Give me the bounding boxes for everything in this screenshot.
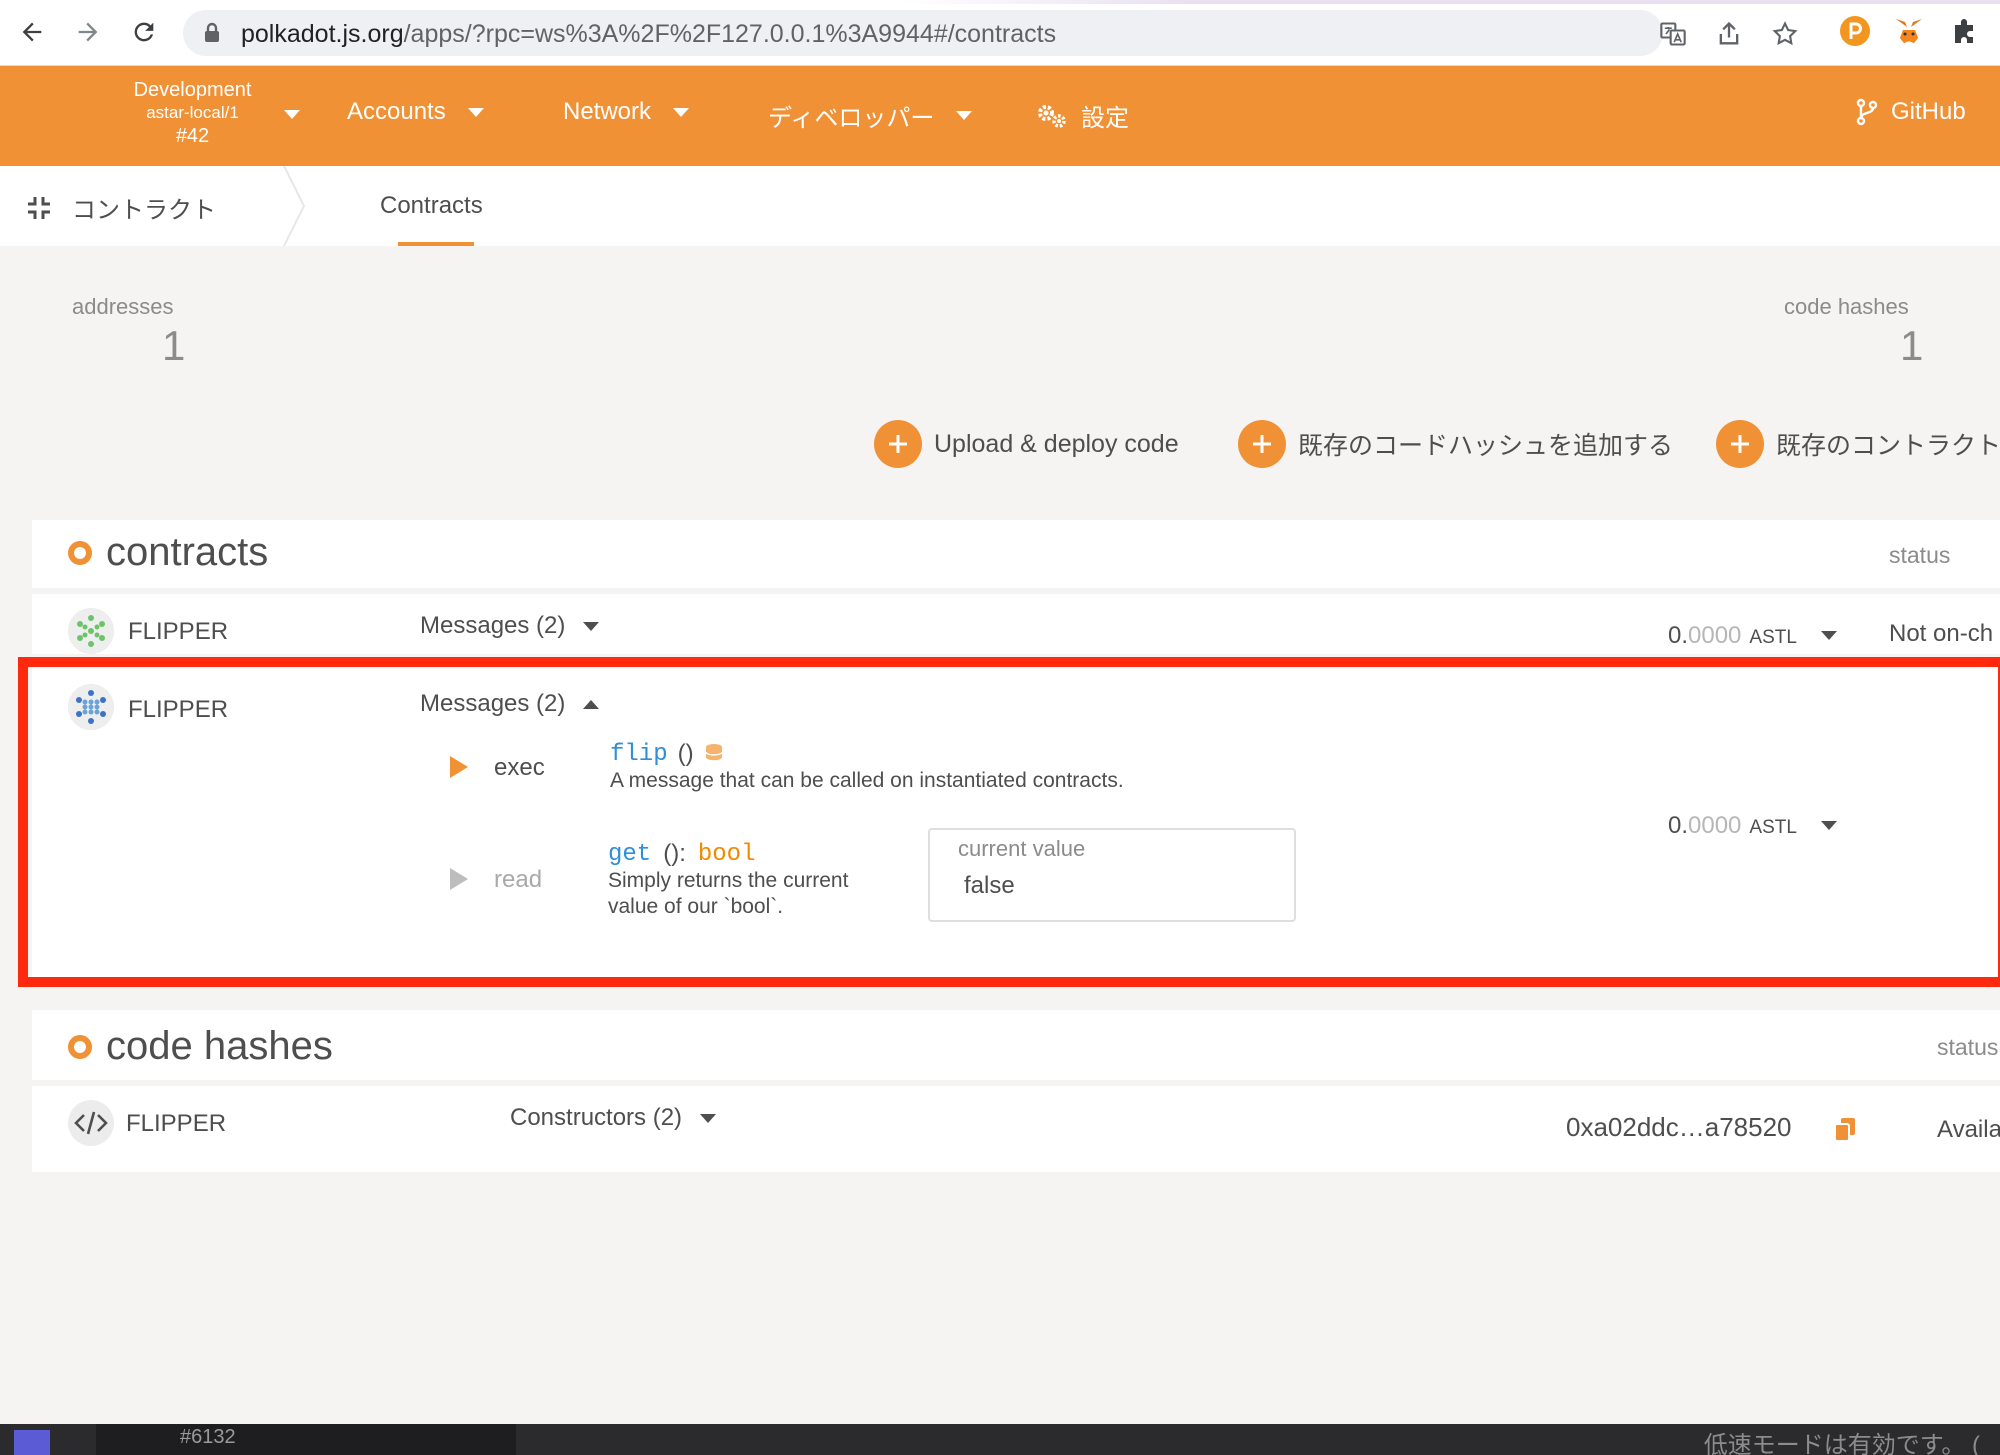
- codehashes-header: code hashes status: [32, 1010, 2000, 1080]
- code-icon: [68, 1100, 114, 1146]
- balance-integer: 0.: [1668, 622, 1689, 649]
- github-link[interactable]: GitHub: [1855, 98, 1966, 126]
- codehash-status-column-header: status: [1937, 1034, 1999, 1060]
- address-bar[interactable]: polkadot.js.org/apps/?rpc=ws%3A%2F%2F127…: [183, 10, 1798, 56]
- tab-contracts[interactable]: Contracts: [380, 192, 483, 220]
- codehash-name: FLIPPER: [126, 1110, 227, 1137]
- constructors-label: Constructors (2): [510, 1104, 683, 1131]
- translate-icon[interactable]: [1659, 20, 1687, 48]
- browser-toolbar: polkadot.js.org/apps/?rpc=ws%3A%2F%2F127…: [0, 0, 2000, 66]
- chevron-down-icon: [1820, 631, 1837, 640]
- menu-network[interactable]: Network: [563, 98, 690, 126]
- chain-selector[interactable]: Development astar-local/1 #42: [100, 78, 285, 148]
- messages-toggle[interactable]: Messages (2): [420, 612, 600, 640]
- contracts-header: contracts status: [32, 520, 2000, 588]
- contract-row: FLIPPER Messages (2) 0. 0000 ASTL Not on-c…: [32, 594, 2000, 654]
- copy-icon[interactable]: [1832, 1116, 1858, 1142]
- identicon-icon: [68, 608, 114, 654]
- codehash-row: FLIPPER Constructors (2) 0xa02ddc…a78520…: [32, 1086, 2000, 1172]
- upload-deploy-button[interactable]: Upload & deploy code: [874, 420, 1179, 468]
- app-header: Development astar-local/1 #42 Accounts N…: [0, 66, 2000, 166]
- messages-label: Messages (2): [420, 612, 566, 639]
- chain-type: Development: [133, 79, 252, 101]
- menu-network-label: Network: [563, 98, 652, 125]
- codehash-status: Availa: [1937, 1116, 2000, 1143]
- contract-name: FLIPPER: [128, 618, 229, 645]
- back-button[interactable]: [14, 14, 50, 50]
- add-codehash-label: 既存のコードハッシュを追加する: [1298, 432, 1674, 460]
- forward-arrow-icon: [78, 22, 98, 42]
- codehashes-title: code hashes: [68, 1024, 333, 1069]
- codehash-value: 0xa02ddc…a78520: [1566, 1112, 1792, 1142]
- github-label: GitHub: [1891, 98, 1966, 125]
- reload-icon: [134, 22, 154, 42]
- menu-developer[interactable]: ディベロッパー: [768, 98, 973, 133]
- bookmark-star-icon[interactable]: [1771, 20, 1799, 48]
- active-tab-indicator: [398, 242, 474, 246]
- app-icon[interactable]: [14, 1430, 50, 1455]
- codehashes-label: code hashes: [1784, 294, 1909, 319]
- addresses-label: addresses: [72, 294, 174, 319]
- add-contract-button[interactable]: 既存のコントラクト: [1716, 420, 2000, 468]
- status-column-header: status: [1889, 542, 1951, 568]
- constructors-toggle[interactable]: Constructors (2): [510, 1104, 717, 1132]
- block-number: #42: [175, 125, 210, 147]
- polkadot-extension-icon[interactable]: [1838, 14, 1872, 48]
- sub-navigation: コントラクト Contracts: [0, 166, 2000, 246]
- plus-icon: [1716, 420, 1764, 468]
- addresses-count: 1: [162, 322, 186, 369]
- section-title: コントラクト: [26, 190, 216, 225]
- chevron-down-icon: [956, 111, 973, 120]
- menu-settings-label: 設定: [1081, 105, 1129, 132]
- section-title-label: コントラクト: [72, 197, 216, 224]
- os-taskbar: #6132 低速モードは有効です。 (: [0, 1424, 2000, 1455]
- contracts-title-label: contracts: [106, 530, 269, 574]
- contract-status: Not on-ch: [1889, 620, 1994, 647]
- contract-balance[interactable]: 0. 0000 ASTL: [1668, 622, 1837, 650]
- contracts-title: contracts: [68, 530, 268, 575]
- plus-icon: [1238, 420, 1286, 468]
- menu-developer-label: ディベロッパー: [768, 105, 935, 132]
- balance-unit: ASTL: [1749, 627, 1797, 648]
- taskbar-segment: [96, 1424, 516, 1455]
- codehashes-title-label: code hashes: [106, 1024, 333, 1068]
- chain-caret-icon[interactable]: [284, 110, 300, 119]
- git-branch-icon: [1856, 98, 1878, 126]
- reload-button[interactable]: [126, 14, 162, 50]
- chevron-down-icon: [583, 621, 600, 631]
- url-path: /apps/?rpc=ws%3A%2F%2F127.0.0.1%3A9944#/…: [403, 20, 1057, 48]
- upload-deploy-label: Upload & deploy code: [934, 429, 1179, 458]
- chevron-down-icon: [673, 107, 690, 117]
- lock-icon: [205, 22, 219, 42]
- gears-icon: [1038, 104, 1066, 128]
- status-ring-icon: [68, 540, 92, 565]
- menu-accounts-label: Accounts: [347, 98, 446, 125]
- chevron-down-icon: [467, 107, 484, 117]
- menu-settings[interactable]: 設定: [1035, 98, 1129, 133]
- extensions-puzzle-icon[interactable]: [1948, 14, 1982, 48]
- share-icon[interactable]: [1715, 20, 1743, 48]
- taskbar-left-text: #6132: [180, 1426, 236, 1448]
- url-text: polkadot.js.org/apps/?rpc=ws%3A%2F%2F127…: [241, 20, 1056, 49]
- highlight-annotation: [18, 657, 2000, 987]
- status-ring-icon: [68, 1034, 92, 1059]
- balance-decimal: 0000: [1688, 622, 1742, 649]
- breadcrumb-divider: [283, 166, 306, 246]
- plus-icon: [874, 420, 922, 468]
- menu-accounts[interactable]: Accounts: [347, 98, 484, 126]
- back-arrow-icon: [22, 22, 42, 42]
- codehashes-count: 1: [1900, 322, 1924, 369]
- add-contract-label: 既存のコントラクト: [1776, 432, 2000, 460]
- tab-strip-edge: [0, 0, 2000, 4]
- chain-name: astar-local/1: [146, 103, 239, 122]
- compress-icon: [28, 196, 50, 219]
- url-host: polkadot.js.org: [241, 20, 404, 48]
- taskbar-status-text: 低速モードは有効です。 (: [1703, 1432, 1980, 1455]
- forward-button[interactable]: [70, 14, 106, 50]
- chevron-down-icon: [700, 1113, 717, 1123]
- metamask-fox-icon[interactable]: [1892, 14, 1926, 48]
- add-codehash-button[interactable]: 既存のコードハッシュを追加する: [1238, 420, 1673, 468]
